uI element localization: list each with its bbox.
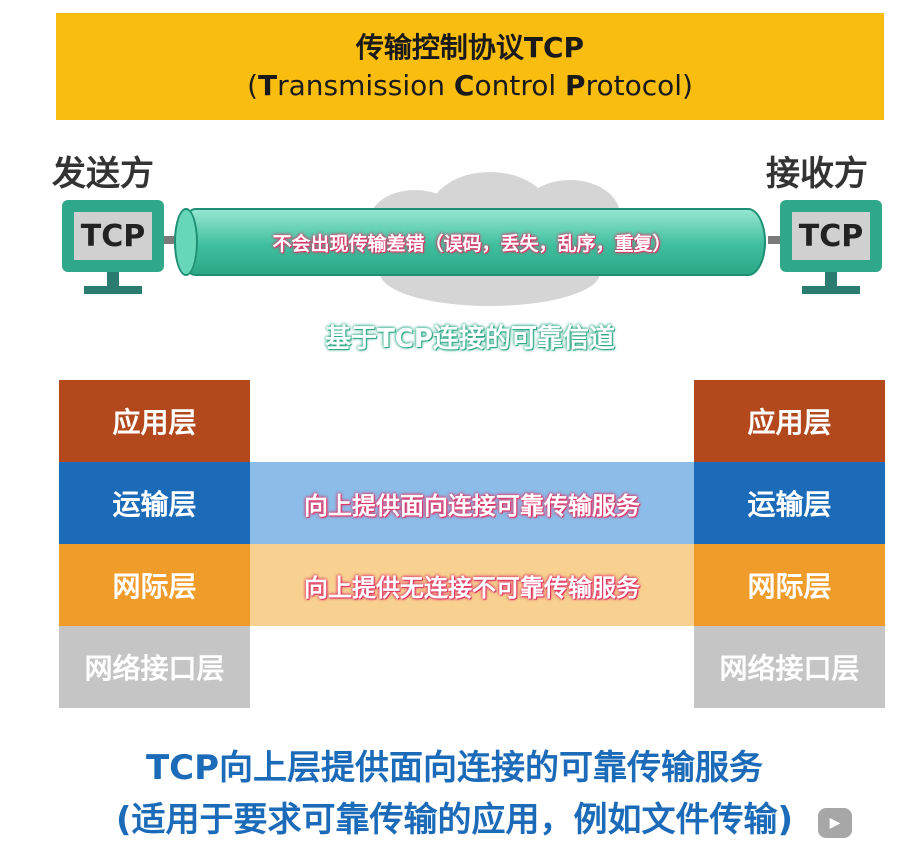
receiver-screen-text: TCP	[792, 212, 870, 260]
pipe-end-cap	[174, 208, 198, 276]
monitor-stand	[107, 272, 119, 286]
subtitle-part: rotocol)	[585, 68, 693, 102]
subtitle-text: (Transmission Control Protocol)	[247, 67, 693, 105]
title-text: 传输控制协议TCP	[355, 30, 585, 64]
subtitle-part: T	[258, 68, 278, 102]
sender-label: 发送方	[52, 154, 154, 194]
left-internet-layer: 网际层	[59, 544, 250, 626]
transport-service-band: 向上提供面向连接可靠传输服务	[250, 462, 694, 544]
channel-label: 基于TCP连接的可靠信道	[325, 324, 615, 354]
monitor-icon: TCP	[780, 200, 882, 272]
monitor-icon: TCP	[62, 200, 164, 272]
left-application-layer: 应用层	[59, 380, 250, 462]
reliable-channel-pipe: 不会出现传输差错（误码，丢失，乱序，重复）	[178, 208, 766, 276]
right-transport-layer: 运输层	[694, 462, 885, 544]
subtitle-part: ransmission	[277, 68, 454, 102]
subtitle-part: C	[453, 68, 475, 102]
subtitle-part: P	[565, 68, 586, 102]
sender-screen-text: TCP	[74, 212, 152, 260]
monitor-base	[802, 286, 860, 294]
monitor-stand	[825, 272, 837, 286]
left-transport-layer: 运输层	[59, 462, 250, 544]
monitor-base	[84, 286, 142, 294]
summary-line-2: (适用于要求可靠传输的应用，例如文件传输)	[115, 800, 794, 840]
play-icon[interactable]: ▶	[818, 808, 852, 838]
right-network-interface-layer: 网络接口层	[694, 626, 885, 708]
right-internet-layer: 网际层	[694, 544, 885, 626]
internet-service-band: 向上提供无连接不可靠传输服务	[250, 544, 694, 626]
left-network-interface-layer: 网络接口层	[59, 626, 250, 708]
title-banner: 传输控制协议TCP (Transmission Control Protocol…	[56, 13, 884, 120]
receiver-label: 接收方	[766, 154, 868, 194]
sender-computer: TCP	[62, 200, 164, 294]
pipe-text: 不会出现传输差错（误码，丢失，乱序，重复）	[272, 232, 672, 255]
right-application-layer: 应用层	[694, 380, 885, 462]
subtitle-part: ontrol	[474, 68, 566, 102]
receiver-computer: TCP	[780, 200, 882, 294]
subtitle-part: (	[247, 68, 258, 102]
summary-line-1: TCP向上层提供面向连接的可靠传输服务	[145, 748, 764, 788]
